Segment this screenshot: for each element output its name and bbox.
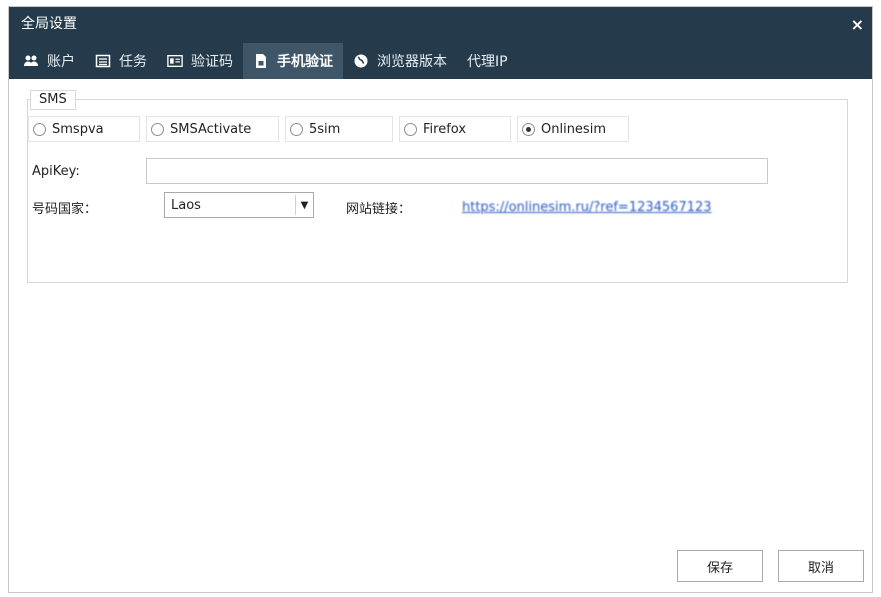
phone-verify-icon [253,53,269,69]
sms-provider-options: Smspva SMSActivate 5sim Firefox Onlinesi… [28,116,629,142]
apikey-label: ApiKey: [32,163,80,179]
radio-label: Smspva [52,121,104,137]
site-row: 网站链接： https://onlinesim.ru/?ref=12345671… [346,198,712,217]
radio-5sim[interactable]: 5sim [285,116,393,142]
settings-window: 全局设置 × 账户 任务 验证码 手机验证 浏览器版本 代理IP SMS Sms… [8,6,873,593]
tab-captcha[interactable]: 验证码 [157,43,243,79]
captcha-icon [167,53,183,69]
country-row: 号码国家： [32,198,97,217]
radio-indicator [33,122,46,136]
sms-group-label: SMS [30,90,76,110]
chevron-down-icon: ▼ [295,195,313,215]
sms-group: SMS Smspva SMSActivate 5sim Firefox Onli… [27,90,848,283]
radio-label: Firefox [423,121,467,137]
radio-indicator [151,122,164,136]
tab-phone-verify[interactable]: 手机验证 [243,43,343,79]
apikey-input[interactable] [146,158,768,184]
globe-icon [353,53,369,69]
users-icon [23,53,39,69]
radio-onlinesim[interactable]: Onlinesim [517,116,629,142]
tab-label: 代理IP [467,54,508,70]
apikey-row: ApiKey: [32,158,842,184]
tab-tasks[interactable]: 任务 [85,43,157,79]
tab-label: 账户 [47,54,75,70]
site-link[interactable]: https://onlinesim.ru/?ref=1234567123 [462,200,712,215]
radio-label: 5sim [309,121,341,137]
tab-proxy-ip[interactable]: 代理IP [457,43,518,79]
title-bar: 全局设置 × 账户 任务 验证码 手机验证 浏览器版本 代理IP [9,7,872,79]
close-icon[interactable]: × [851,15,864,34]
cancel-button[interactable]: 取消 [778,550,864,582]
list-icon [95,53,111,69]
window-title: 全局设置 [21,16,77,32]
radio-smsactivate[interactable]: SMSActivate [146,116,279,142]
site-label: 网站链接： [346,202,412,217]
tab-label: 任务 [119,54,147,70]
tab-label: 浏览器版本 [377,54,447,70]
tab-label: 手机验证 [277,54,333,70]
country-value: Laos [171,197,201,213]
radio-indicator [404,122,417,136]
tab-accounts[interactable]: 账户 [13,43,85,79]
country-select[interactable]: Laos ▼ [164,192,314,218]
tab-bar: 账户 任务 验证码 手机验证 浏览器版本 代理IP [13,43,518,79]
radio-label: Onlinesim [541,121,606,137]
radio-firefox[interactable]: Firefox [399,116,511,142]
radio-label: SMSActivate [170,121,252,137]
save-button[interactable]: 保存 [677,550,763,582]
radio-indicator [290,122,303,136]
radio-indicator [522,122,535,136]
tab-browser-version[interactable]: 浏览器版本 [343,43,457,79]
radio-smspva[interactable]: Smspva [28,116,140,142]
country-label: 号码国家： [32,202,98,217]
tab-label: 验证码 [191,54,233,70]
